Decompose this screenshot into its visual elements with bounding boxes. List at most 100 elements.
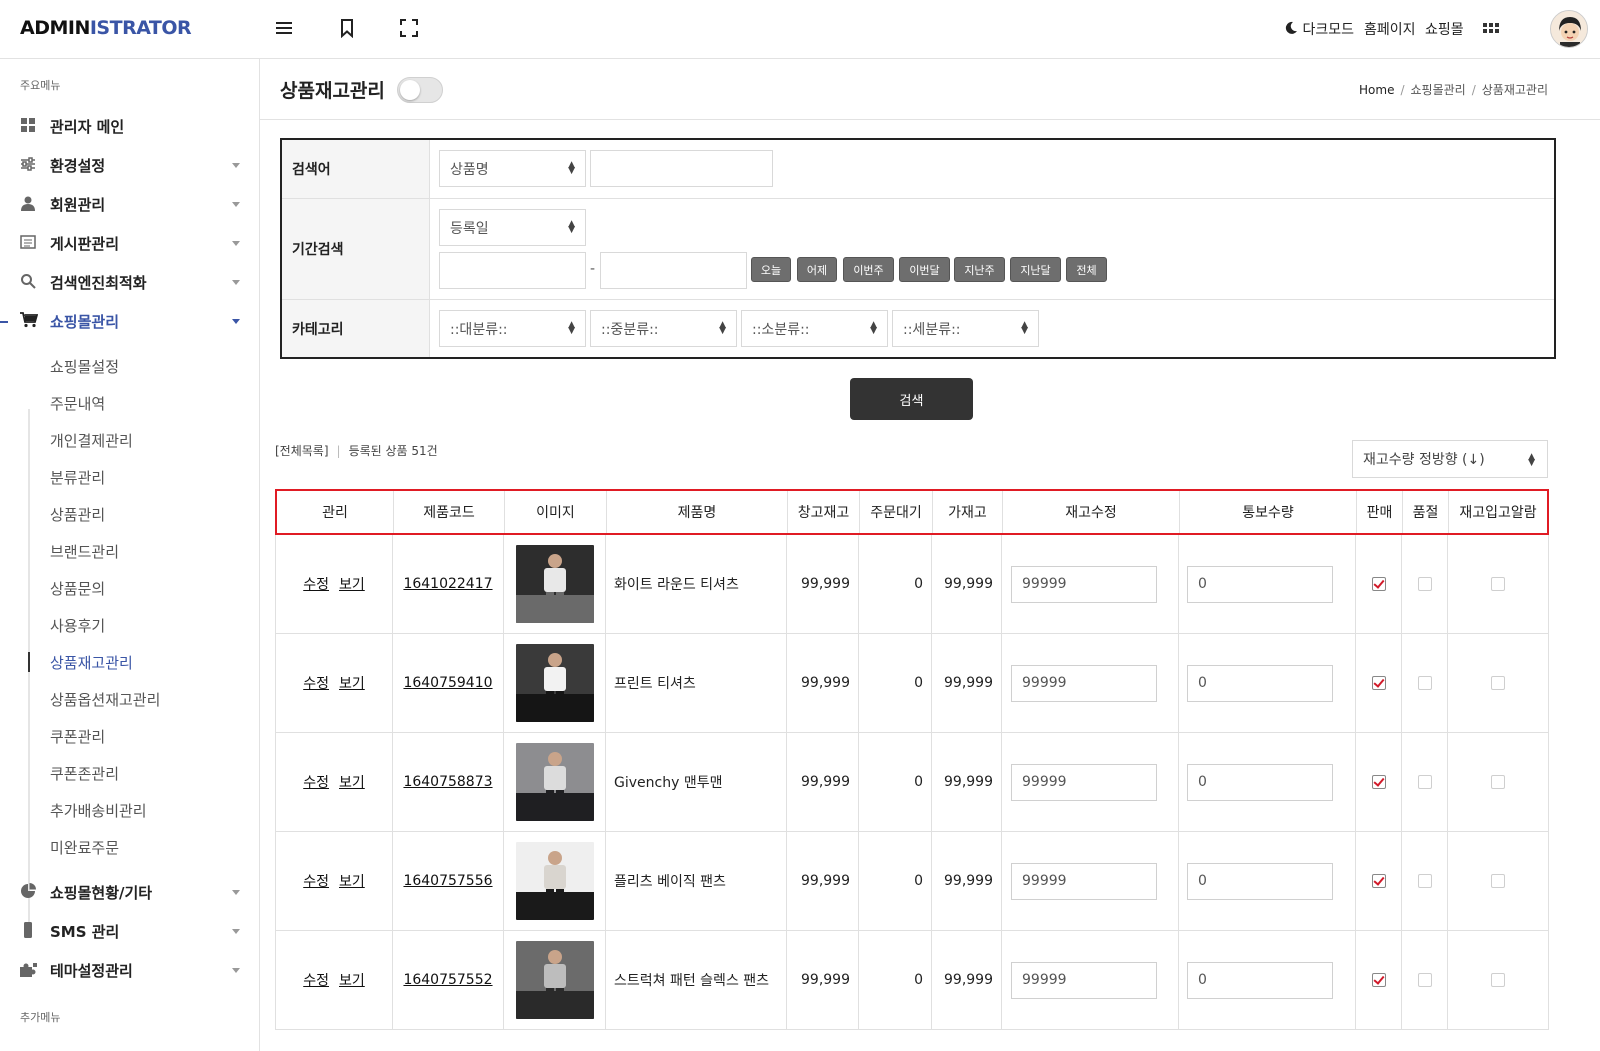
subitem-stock[interactable]: 상품재고관리 [50, 652, 133, 673]
product-code-link[interactable]: 1640758873 [403, 774, 492, 790]
category-select-1[interactable]: ::대분류:: ▲ ▼ [439, 310, 586, 347]
subitem-category[interactable]: 분류관리 [50, 467, 105, 488]
view-link[interactable]: 보기 [339, 970, 365, 990]
page-toggle-switch[interactable] [397, 77, 443, 103]
on-sale-checkbox[interactable] [1371, 577, 1386, 591]
category-select-4[interactable]: ::세분류:: ▲ ▼ [892, 310, 1039, 347]
all-list-link[interactable]: [전체목록] [275, 444, 329, 458]
product-thumbnail[interactable] [515, 941, 594, 1019]
view-link[interactable]: 보기 [339, 772, 365, 792]
subitem-option-stock[interactable]: 상품옵션재고관리 [50, 689, 160, 710]
view-link[interactable]: 보기 [339, 871, 365, 891]
product-thumbnail[interactable] [515, 842, 594, 920]
edit-link[interactable]: 수정 [303, 574, 329, 594]
subitem-reviews[interactable]: 사용후기 [50, 615, 105, 636]
stock-edit-input[interactable]: 99999 [1011, 961, 1157, 999]
view-link[interactable]: 보기 [339, 574, 365, 594]
shop-link[interactable]: 쇼핑몰 [1425, 19, 1464, 39]
search-button[interactable]: 검색 [850, 378, 973, 420]
subitem-products[interactable]: 상품관리 [50, 504, 105, 525]
start-date-input[interactable] [439, 252, 586, 289]
sold-out-checkbox[interactable] [1417, 973, 1432, 987]
notify-qty-input[interactable]: 0 [1187, 763, 1333, 801]
notify-qty-input[interactable]: 0 [1187, 961, 1333, 999]
product-code-link[interactable]: 1641022417 [403, 576, 492, 592]
sold-out-checkbox[interactable] [1417, 775, 1432, 789]
sidebar-item-shop-admin[interactable]: 쇼핑몰관리 [0, 303, 260, 339]
product-code-link[interactable]: 1640757552 [403, 972, 492, 988]
category-select-2[interactable]: ::중분류:: ▲ ▼ [590, 310, 737, 347]
bookmark-icon[interactable] [337, 18, 359, 40]
subitem-personal-payment[interactable]: 개인결제관리 [50, 430, 133, 451]
stock-edit-input[interactable]: 99999 [1011, 862, 1157, 900]
fullscreen-icon[interactable] [399, 18, 421, 40]
dark-mode-toggle[interactable]: 다크모드 [1284, 19, 1354, 39]
sidebar-item-shop-status[interactable]: 쇼핑몰현황/기타 [0, 874, 260, 910]
subitem-brands[interactable]: 브랜드관리 [50, 541, 119, 562]
on-sale-checkbox[interactable] [1371, 676, 1386, 690]
sidebar-item-settings[interactable]: 환경설정 [0, 147, 260, 183]
sidebar-item-seo[interactable]: 검색엔진최적화 [0, 264, 260, 300]
subitem-coupons[interactable]: 쿠폰관리 [50, 726, 105, 747]
end-date-input[interactable] [600, 252, 747, 289]
sidebar-item-board[interactable]: 게시판관리 [0, 225, 260, 261]
category-select-3[interactable]: ::소분류:: ▲ ▼ [741, 310, 888, 347]
edit-link[interactable]: 수정 [303, 871, 329, 891]
date-btn-today[interactable]: 오늘 [751, 257, 791, 282]
edit-link[interactable]: 수정 [303, 772, 329, 792]
date-btn-last-month[interactable]: 지난달 [1010, 257, 1061, 282]
date-btn-this-week[interactable]: 이번주 [843, 257, 894, 282]
restock-alarm-checkbox[interactable] [1491, 973, 1505, 987]
sort-select[interactable]: 재고수량 정방향 (↓) ▲ ▼ [1352, 440, 1548, 478]
breadcrumb-home[interactable]: Home [1359, 83, 1394, 97]
menu-icon[interactable] [274, 18, 296, 40]
stock-edit-input[interactable]: 99999 [1011, 565, 1157, 603]
admin-logo[interactable]: ADMINISTRATOR [20, 17, 192, 39]
restock-alarm-checkbox[interactable] [1491, 775, 1505, 789]
breadcrumb-parent[interactable]: 쇼핑몰관리 [1411, 83, 1466, 97]
sold-out-checkbox[interactable] [1417, 676, 1432, 690]
keyword-type-select[interactable]: 상품명 ▲ ▼ [439, 150, 586, 187]
edit-link[interactable]: 수정 [303, 970, 329, 990]
product-thumbnail[interactable] [515, 644, 594, 722]
keyword-input[interactable] [590, 150, 773, 187]
product-thumbnail[interactable] [515, 743, 594, 821]
product-thumbnail[interactable] [515, 545, 594, 623]
period-type-select[interactable]: 등록일 ▲ ▼ [439, 209, 586, 246]
on-sale-checkbox[interactable] [1371, 874, 1386, 888]
on-sale-checkbox[interactable] [1371, 973, 1386, 987]
sold-out-checkbox[interactable] [1417, 874, 1432, 888]
on-sale-checkbox[interactable] [1371, 775, 1386, 789]
restock-alarm-checkbox[interactable] [1491, 874, 1505, 888]
notify-qty-input[interactable]: 0 [1187, 664, 1333, 702]
view-link[interactable]: 보기 [339, 673, 365, 693]
stock-edit-input[interactable]: 99999 [1011, 763, 1157, 801]
sidebar-item-admin-main[interactable]: 관리자 메인 [0, 108, 260, 144]
homepage-link[interactable]: 홈페이지 [1364, 19, 1416, 39]
notify-qty-input[interactable]: 0 [1187, 565, 1333, 603]
product-code-link[interactable]: 1640757556 [403, 873, 492, 889]
sidebar-item-theme[interactable]: 테마설정관리 [0, 952, 260, 988]
restock-alarm-checkbox[interactable] [1491, 676, 1505, 690]
date-btn-this-month[interactable]: 이번달 [899, 257, 950, 282]
stock-edit-input[interactable]: 99999 [1011, 664, 1157, 702]
subitem-product-qna[interactable]: 상품문의 [50, 578, 105, 599]
code-cell: 1640758873 [393, 733, 504, 831]
date-btn-yesterday[interactable]: 어제 [797, 257, 837, 282]
edit-link[interactable]: 수정 [303, 673, 329, 693]
sold-out-checkbox[interactable] [1417, 577, 1432, 591]
sidebar-item-members[interactable]: 회원관리 [0, 186, 260, 222]
sidebar-item-sms[interactable]: SMS 관리 [0, 913, 260, 949]
notify-qty-input[interactable]: 0 [1187, 862, 1333, 900]
product-code-link[interactable]: 1640759410 [403, 675, 492, 691]
date-btn-last-week[interactable]: 지난주 [954, 257, 1005, 282]
apps-grid-icon[interactable] [1482, 20, 1504, 42]
date-btn-all[interactable]: 전체 [1066, 257, 1107, 282]
avatar[interactable] [1550, 10, 1588, 48]
subitem-extra-shipping[interactable]: 추가배송비관리 [50, 800, 147, 821]
restock-alarm-checkbox[interactable] [1491, 577, 1505, 591]
subitem-incomplete-orders[interactable]: 미완료주문 [50, 837, 119, 858]
subitem-coupon-zone[interactable]: 쿠폰존관리 [50, 763, 119, 784]
subitem-shop-settings[interactable]: 쇼핑몰설정 [50, 356, 119, 377]
subitem-orders[interactable]: 주문내역 [50, 393, 105, 414]
